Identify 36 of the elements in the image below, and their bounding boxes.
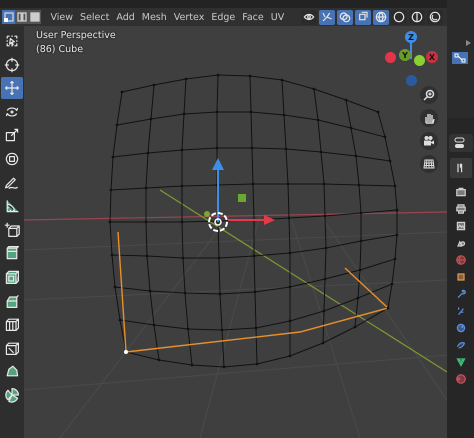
x-axis-handle[interactable]: X bbox=[426, 51, 438, 63]
menu-item[interactable]: View bbox=[47, 9, 77, 25]
xray-icon[interactable] bbox=[355, 10, 371, 24]
material-sphere-icon[interactable] bbox=[409, 10, 425, 24]
z-axis-handle[interactable]: Z bbox=[405, 31, 417, 43]
menu-item[interactable]: Add bbox=[112, 9, 138, 25]
negative-x-handle[interactable] bbox=[385, 52, 396, 63]
face-select-button[interactable] bbox=[28, 10, 41, 24]
menu-item[interactable]: Edge bbox=[208, 9, 239, 25]
edge-select-button[interactable] bbox=[15, 10, 28, 24]
wire-sphere-icon[interactable] bbox=[373, 10, 389, 24]
menu-item[interactable]: Select bbox=[76, 9, 113, 25]
negative-z-handle[interactable] bbox=[406, 75, 417, 86]
expand-arrow-icon[interactable] bbox=[466, 40, 471, 46]
rendered-sphere-icon[interactable] bbox=[427, 10, 443, 24]
editor-type-icon[interactable] bbox=[448, 134, 472, 152]
gizmo-icon[interactable] bbox=[319, 10, 335, 24]
menu-item[interactable]: Mesh bbox=[138, 9, 170, 25]
vertex-select-button[interactable] bbox=[2, 10, 15, 24]
tool-icon[interactable] bbox=[450, 158, 472, 178]
object-mode-icon[interactable] bbox=[452, 52, 468, 64]
camera-icon[interactable] bbox=[420, 132, 438, 150]
zoom-icon[interactable] bbox=[420, 86, 438, 104]
grid-icon[interactable] bbox=[420, 155, 438, 173]
move-icon[interactable] bbox=[1, 77, 23, 100]
hand-icon[interactable] bbox=[420, 109, 438, 127]
menu-item[interactable]: Face bbox=[238, 9, 268, 25]
negative-y-handle[interactable] bbox=[414, 55, 425, 66]
view-title: User Perspective bbox=[36, 30, 116, 41]
solid-sphere-icon[interactable] bbox=[391, 10, 407, 24]
y-axis-handle[interactable]: Y bbox=[399, 49, 411, 61]
overlay-icon[interactable] bbox=[337, 10, 353, 24]
object-name: (86) Cube bbox=[36, 44, 84, 55]
menu-item[interactable]: Vertex bbox=[170, 9, 208, 25]
eye-icon[interactable] bbox=[301, 10, 317, 24]
menu-item[interactable]: UV bbox=[267, 9, 288, 25]
